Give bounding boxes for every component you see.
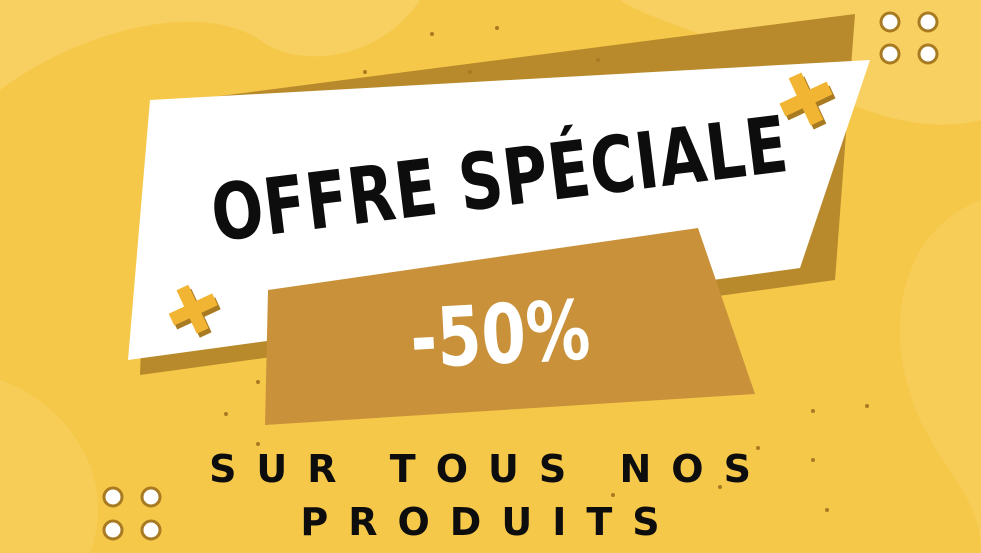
discount-text: -50% [407, 282, 593, 388]
dots-icon-bottom-left [102, 486, 162, 541]
discount-wrap: -50% [327, 271, 672, 399]
promo-banner: OFFRE SPÉCIALE -50% SUR TOUS NOS PRODUIT… [0, 0, 981, 553]
bg-blob-top-left [0, 0, 420, 90]
bg-blob-bottom-left [0, 380, 98, 553]
bg-blob-right [900, 200, 981, 553]
headline-text: OFFRE SPÉCIALE [206, 99, 794, 261]
subline-2: PRODUITS [300, 500, 680, 544]
subline-1: SUR TOUS NOS [209, 447, 771, 491]
